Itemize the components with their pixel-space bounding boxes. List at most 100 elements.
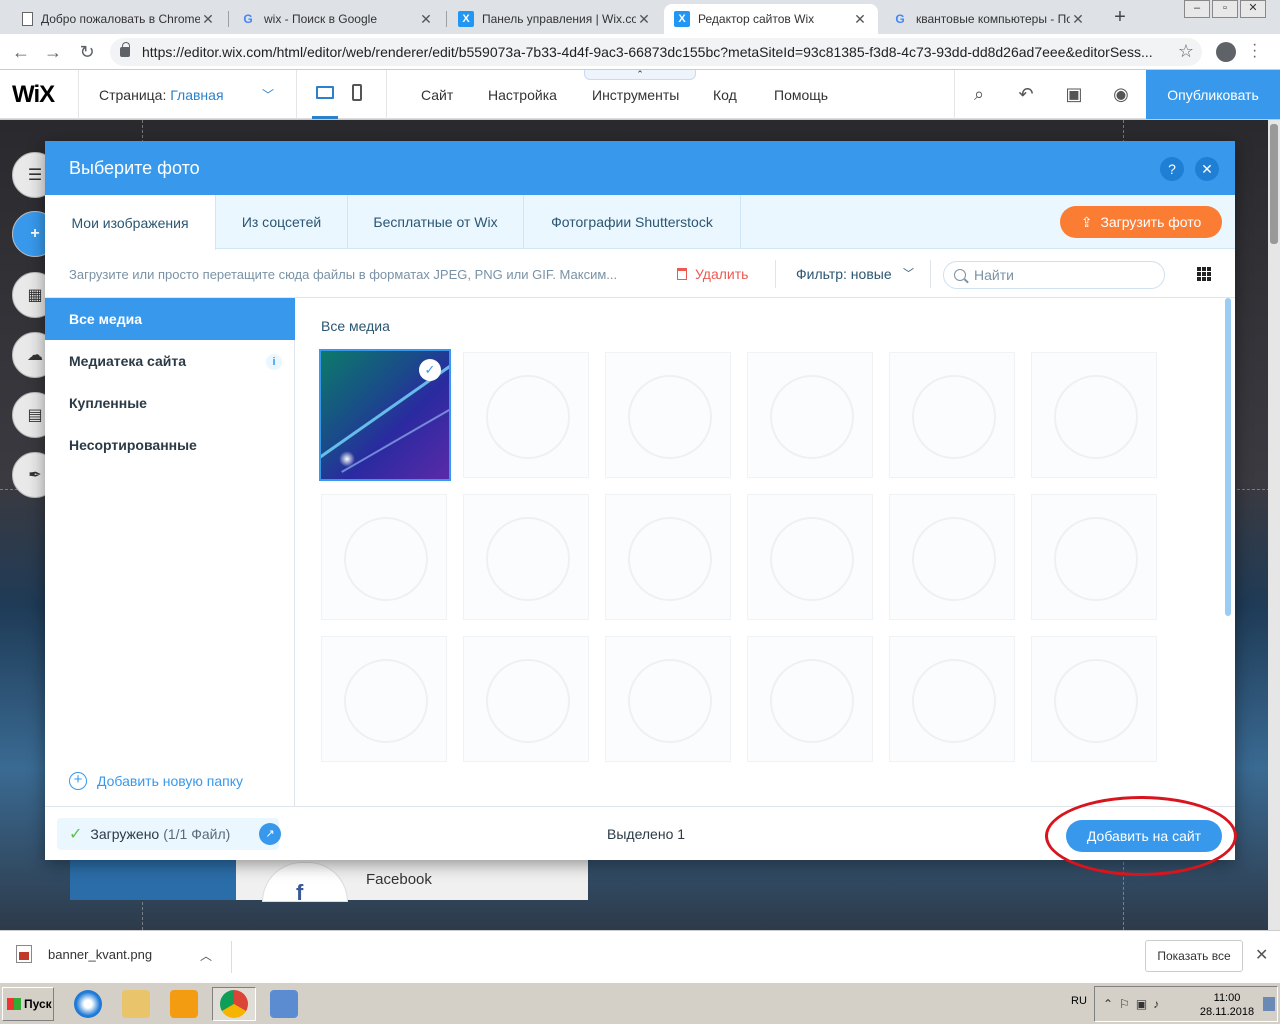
browser-tab-wix-editor[interactable]: X Редактор сайтов Wix ✕ xyxy=(664,4,878,34)
nav-site[interactable]: Сайт xyxy=(421,87,453,103)
check-icon[interactable]: ✓ xyxy=(419,359,441,381)
scrollbar-thumb[interactable] xyxy=(1270,124,1278,244)
placeholder-thumbnail xyxy=(605,352,731,478)
grid-view-icon[interactable] xyxy=(1197,267,1211,281)
wix-icon: X xyxy=(674,11,690,27)
trash-icon xyxy=(677,268,687,280)
profile-avatar-icon[interactable] xyxy=(1216,42,1236,62)
filter-dropdown[interactable]: Фильтр: новые xyxy=(796,266,892,282)
close-tab-icon[interactable]: ✕ xyxy=(200,11,216,28)
ie-icon[interactable] xyxy=(66,987,110,1021)
upload-photo-button[interactable]: ⇪ Загрузить фото xyxy=(1060,206,1222,238)
close-tab-icon[interactable]: ✕ xyxy=(852,11,868,28)
nav-settings[interactable]: Настройка xyxy=(488,87,557,103)
folder-site-library[interactable]: Медиатека сайта i xyxy=(45,340,295,382)
add-folder-button[interactable]: + Добавить новую папку xyxy=(69,772,243,790)
placeholder-thumbnail xyxy=(321,494,447,620)
help-icon[interactable]: ? xyxy=(1160,157,1184,181)
bookmark-star-icon[interactable]: ☆ xyxy=(1178,41,1194,62)
divider xyxy=(296,70,297,119)
download-item[interactable]: banner_kvant.png xyxy=(16,945,152,963)
tab-title: квантовые компьютеры - Поиск xyxy=(916,12,1070,26)
save-icon[interactable]: ▣ xyxy=(1063,84,1085,105)
page-selector[interactable]: Страница: Главная xyxy=(99,87,224,103)
search-box[interactable] xyxy=(943,261,1165,289)
folder-label: Медиатека сайта xyxy=(69,353,187,369)
reload-icon[interactable]: ↻ xyxy=(76,41,98,63)
maximize-icon[interactable]: ▫ xyxy=(1212,0,1238,18)
chrome-icon[interactable] xyxy=(212,987,256,1021)
lock-icon[interactable] xyxy=(120,42,130,57)
dialog-title: Выберите фото xyxy=(69,158,200,178)
media-grid: Все медиа ✓ xyxy=(296,298,1235,806)
close-icon[interactable]: ✕ xyxy=(1195,157,1219,181)
nav-code[interactable]: Код xyxy=(713,87,737,103)
media-scrollbar[interactable] xyxy=(1225,298,1231,616)
page-label: Страница: xyxy=(99,87,167,103)
tab-social[interactable]: Из соцсетей xyxy=(216,195,348,249)
tab-free-wix[interactable]: Бесплатные от Wix xyxy=(348,195,524,249)
canvas-scrollbar[interactable] xyxy=(1268,120,1280,930)
search-input[interactable] xyxy=(974,267,1154,283)
placeholder-thumbnail xyxy=(463,494,589,620)
divider xyxy=(930,260,931,288)
folder-purchased[interactable]: Купленные xyxy=(45,382,295,424)
folder-all-media[interactable]: Все медиа xyxy=(45,298,295,340)
browser-tab-wix-dashboard[interactable]: X Панель управления | Wix.com ✕ xyxy=(448,4,662,34)
placeholder-thumbnail xyxy=(463,636,589,762)
address-bar[interactable]: https://editor.wix.com/html/editor/web/r… xyxy=(110,38,1202,66)
placeholder-thumbnail xyxy=(463,352,589,478)
wix-icon: X xyxy=(458,11,474,27)
chevron-down-icon[interactable]: ﹀ xyxy=(903,265,914,281)
media-player-icon[interactable] xyxy=(162,987,206,1021)
browser-menu-icon[interactable]: · · · xyxy=(1252,37,1262,65)
checkmark-icon: ✓ xyxy=(69,826,83,843)
preview-eye-icon[interactable]: ◉ xyxy=(1110,84,1132,105)
topbar-collapse-handle[interactable]: ⌃ xyxy=(584,70,696,80)
tab-shutterstock[interactable]: Фотографии Shutterstock xyxy=(524,195,741,249)
info-icon[interactable]: i xyxy=(266,354,282,370)
delete-button[interactable]: Удалить xyxy=(677,266,748,282)
close-window-icon[interactable]: ✕ xyxy=(1240,0,1266,18)
dialog-header: Выберите фото ? ✕ xyxy=(45,141,1235,195)
browser-tab-google-wix[interactable]: G wix - Поиск в Google ✕ xyxy=(230,4,444,34)
chevron-up-icon[interactable]: ︿ xyxy=(200,947,212,964)
minimize-icon[interactable]: – xyxy=(1184,0,1210,18)
tray-icons[interactable]: ⌃⚐▣♪ xyxy=(1103,997,1165,1011)
nav-help[interactable]: Помощь xyxy=(774,87,828,103)
url-text[interactable]: https://editor.wix.com/html/editor/web/r… xyxy=(142,44,1162,60)
show-all-button[interactable]: Показать все xyxy=(1145,940,1243,972)
language-indicator[interactable]: RU xyxy=(1071,995,1087,1007)
choose-photo-dialog: Выберите фото ? ✕ Мои изображения Из соц… xyxy=(45,141,1235,860)
divider xyxy=(954,70,955,119)
windows-taskbar: Пуск RU ⌃⚐▣♪ 11:00 28.11.2018 xyxy=(0,982,1280,1024)
nav-tools[interactable]: Инструменты xyxy=(592,87,679,103)
tab-my-images[interactable]: Мои изображения xyxy=(45,195,216,250)
tab-title: Редактор сайтов Wix xyxy=(698,12,815,26)
media-thumbnail-selected[interactable]: ✓ xyxy=(319,349,451,481)
divider xyxy=(78,70,79,119)
tab-separator xyxy=(228,11,229,27)
start-button[interactable]: Пуск xyxy=(2,987,54,1021)
close-icon[interactable]: ✕ xyxy=(1255,945,1268,965)
browser-tab-welcome[interactable]: Добро пожаловать в Chrome! ✕ xyxy=(12,4,226,34)
close-tab-icon[interactable]: ✕ xyxy=(1070,11,1086,28)
undo-icon[interactable]: ↶ xyxy=(1015,84,1037,105)
chevron-down-icon[interactable]: ﹀ xyxy=(262,86,274,103)
close-tab-icon[interactable]: ✕ xyxy=(418,11,434,28)
show-desktop-icon[interactable] xyxy=(1263,997,1275,1011)
publish-button[interactable]: Опубликовать xyxy=(1146,70,1280,119)
close-tab-icon[interactable]: ✕ xyxy=(636,11,652,28)
zoom-icon[interactable]: ⌕ xyxy=(968,84,990,105)
explorer-icon[interactable] xyxy=(114,987,158,1021)
clock[interactable]: 11:00 28.11.2018 xyxy=(1199,991,1255,1019)
app-icon[interactable] xyxy=(262,987,306,1021)
desktop-view-icon[interactable] xyxy=(316,86,334,99)
folder-unsorted[interactable]: Несортированные xyxy=(45,424,295,466)
open-external-icon[interactable]: ↗ xyxy=(259,823,281,845)
mobile-view-icon[interactable] xyxy=(352,84,362,101)
new-tab-icon[interactable]: + xyxy=(1108,6,1132,30)
forward-arrow-icon[interactable]: → xyxy=(42,41,64,63)
back-arrow-icon[interactable]: ← xyxy=(10,41,32,63)
browser-tab-quantum-search[interactable]: G квантовые компьютеры - Поиск ✕ xyxy=(882,4,1096,34)
